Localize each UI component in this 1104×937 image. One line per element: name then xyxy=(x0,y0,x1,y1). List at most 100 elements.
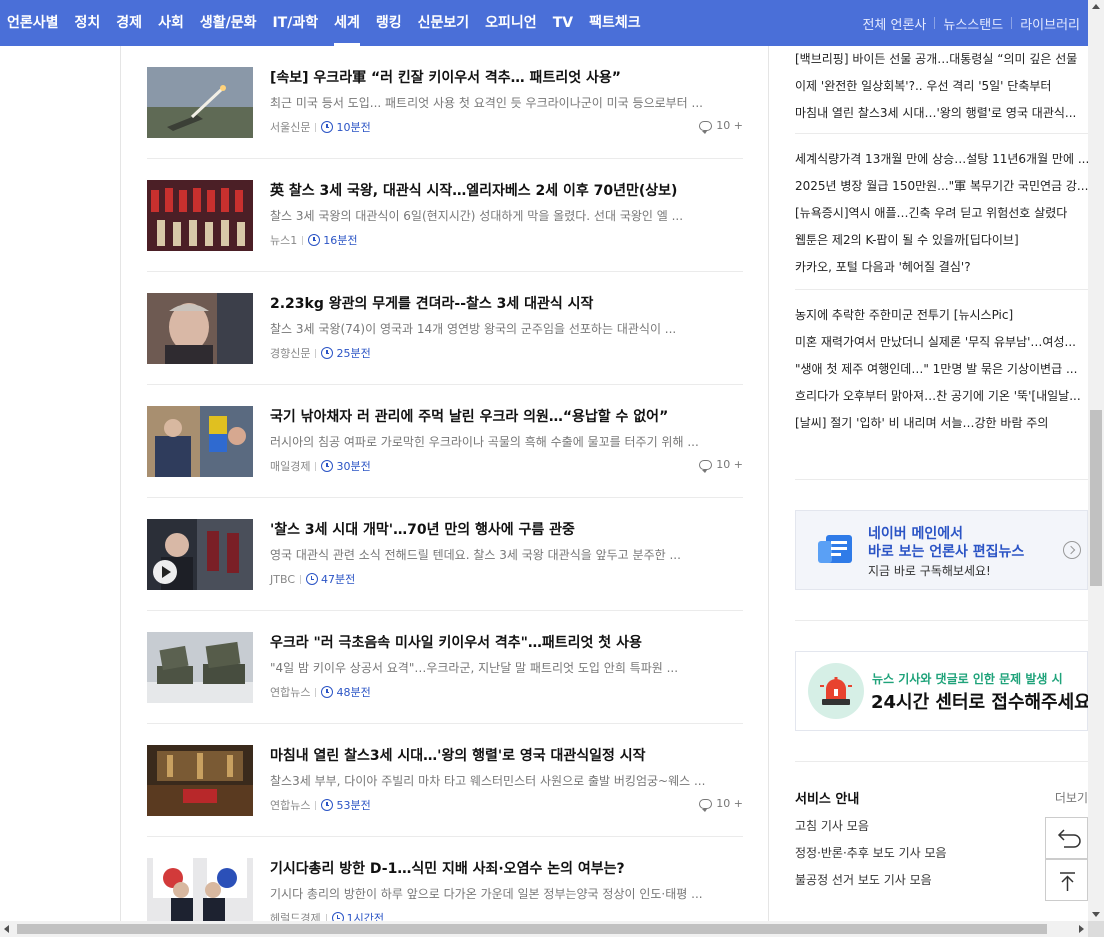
clock-icon xyxy=(321,686,334,698)
horizontal-scroll-thumb[interactable] xyxy=(17,924,1047,934)
news-title[interactable]: '찰스 3세 시대 개막'…70년 만의 행사에 구름 관중 xyxy=(270,519,575,539)
news-summary[interactable]: 기시다 총리의 방한이 하루 앞으로 다가온 가운데 일본 정부는양국 정상이 … xyxy=(270,885,730,902)
divider xyxy=(795,620,1088,621)
comment-icon xyxy=(699,120,713,134)
horizontal-scrollbar[interactable] xyxy=(0,921,1088,937)
press-name[interactable]: 매일경제 xyxy=(270,458,310,474)
timestamp: 47분전 xyxy=(306,571,355,587)
comment-count-text: 10 + xyxy=(716,797,743,810)
news-thumbnail[interactable] xyxy=(147,858,253,929)
news-title[interactable]: 국기 낚아채자 러 관리에 주먹 날린 우크라 의원…“용납할 수 없어” xyxy=(270,406,668,426)
nav-tab-1[interactable]: 정치 xyxy=(67,0,109,46)
headline-link[interactable]: 마침내 열린 찰스3세 시대…'왕의 행렬'로 영국 대관식... xyxy=(795,100,1088,127)
chevron-right-icon[interactable] xyxy=(1063,541,1081,559)
news-summary[interactable]: 찰스 3세 국왕(74)이 영국과 14개 영연방 왕국의 군주임을 선포하는 … xyxy=(270,320,730,337)
news-thumbnail[interactable] xyxy=(147,180,253,251)
press-name[interactable]: 서울신문 xyxy=(270,119,310,135)
headline-link[interactable]: [백브리핑] 바이든 선물 공개…대통령실 “의미 깊은 선물 xyxy=(795,46,1088,73)
news-item: 국기 낚아채자 러 관리에 주먹 날린 우크라 의원…“용납할 수 없어” 러시아… xyxy=(147,385,743,498)
headline-link[interactable]: 카카오, 포털 다음과 '헤어질 결심'? xyxy=(795,254,1088,281)
clock-icon xyxy=(308,234,321,246)
news-summary[interactable]: 러시아의 침공 여파로 가로막힌 우크라이나 곡물의 흑해 수출에 물꼬를 터주… xyxy=(270,433,730,450)
comment-count[interactable]: 10 + xyxy=(699,458,743,473)
divider xyxy=(302,235,304,245)
news-thumbnail[interactable] xyxy=(147,293,253,364)
nav-tab-6[interactable]: 세계 xyxy=(326,0,368,46)
press-name[interactable]: 경향신문 xyxy=(270,345,310,361)
scroll-down-arrow-icon[interactable] xyxy=(1092,912,1100,917)
subscribe-banner[interactable]: 네이버 메인에서 바로 보는 언론사 편집뉴스 지금 바로 구독해보세요! xyxy=(795,510,1088,590)
press-name[interactable]: 연합뉴스 xyxy=(270,684,310,700)
more-link[interactable]: 더보기 xyxy=(1055,789,1088,806)
banner-subtitle: 지금 바로 구독해보세요! xyxy=(868,564,991,578)
divider xyxy=(315,122,317,132)
news-thumbnail[interactable] xyxy=(147,67,253,138)
news-title[interactable]: 2.23kg 왕관의 무게를 견뎌라--찰스 3세 대관식 시작 xyxy=(270,293,593,313)
comment-count[interactable]: 10 + xyxy=(699,119,743,134)
news-title[interactable]: 英 찰스 3세 국왕, 대관식 시작…엘리자베스 2세 이후 70년만(상보) xyxy=(270,180,677,200)
headline-link[interactable]: "생애 첫 제주 여행인데…" 1만명 발 묶은 기상이변급 ... xyxy=(795,356,1088,383)
timestamp: 16분전 xyxy=(308,232,358,248)
play-icon[interactable] xyxy=(153,560,177,584)
timestamp: 25분전 xyxy=(321,345,371,361)
news-summary[interactable]: 찰스3세 부부, 다이아 주빌리 마차 타고 웨스터민스터 사원으로 출발 버킹… xyxy=(270,772,730,789)
news-title[interactable]: 기시다총리 방한 D-1…식민 지배 사죄·오염수 논의 여부는? xyxy=(270,858,625,878)
report-center-banner[interactable]: 뉴스 기사와 댓글로 인한 문제 발생 시 24시간 센터로 접수해주세요 xyxy=(795,651,1091,731)
nav-tab-3[interactable]: 사회 xyxy=(150,0,192,46)
news-meta: 매일경제 30분전 xyxy=(270,458,371,474)
press-name[interactable]: 연합뉴스 xyxy=(270,797,310,813)
nav-tab-7[interactable]: 랭킹 xyxy=(368,0,410,46)
news-summary[interactable]: "4일 밤 키이우 상공서 요격"…우크라군, 지난달 말 패트리엇 도입 안희… xyxy=(270,659,730,676)
scroll-up-arrow-icon[interactable] xyxy=(1092,4,1100,9)
comment-count-text: 10 + xyxy=(716,458,743,471)
news-title[interactable]: 마침내 열린 찰스3세 시대…'왕의 행렬'로 영국 대관식일정 시작 xyxy=(270,745,646,765)
news-title[interactable]: 우크라 "러 극초음속 미사일 키이우서 격추"…패트리엇 첫 사용 xyxy=(270,632,642,652)
news-summary[interactable]: 영국 대관식 관련 소식 전해드릴 텐데요. 찰스 3세 국왕 대관식을 앞두고… xyxy=(270,546,730,563)
scroll-left-arrow-icon[interactable] xyxy=(4,925,9,933)
headline-link[interactable]: 2025년 병장 월급 150만원..."軍 복무기간 국민연금 강... xyxy=(795,173,1088,200)
news-item: '찰스 3세 시대 개막'…70년 만의 행사에 구름 관중영국 대관식 관련 … xyxy=(147,498,743,611)
headline-link[interactable]: 세계식량가격 13개월 만에 상승…설탕 11년6개월 만에 ... xyxy=(795,146,1088,173)
headline-link[interactable]: 이제 '완전한 일상회복'?.. 우선 격리 '5일' 단축부터 xyxy=(795,73,1088,100)
press-name[interactable]: JTBC xyxy=(270,573,295,586)
news-summary[interactable]: 최근 미국 등서 도입... 패트리엇 사용 첫 요격인 듯 우크라이나군이 미… xyxy=(270,94,730,111)
library-link[interactable]: 라이브러리 xyxy=(1012,14,1088,33)
nav-tab-11[interactable]: 팩트체크 xyxy=(581,0,649,46)
nav-tab-0[interactable]: 언론사별 xyxy=(0,0,67,46)
scroll-right-arrow-icon[interactable] xyxy=(1079,925,1084,933)
news-meta: 경향신문 25분전 xyxy=(270,345,371,361)
right-column: [백브리핑] 바이든 선물 공개…대통령실 “의미 깊은 선물 이제 '완전한 일… xyxy=(795,46,1091,887)
nav-tab-2[interactable]: 경제 xyxy=(108,0,150,46)
news-summary[interactable]: 찰스 3세 국왕의 대관식이 6일(현지시간) 성대하게 막을 올렸다. 선대 … xyxy=(270,207,730,224)
all-press-link[interactable]: 전체 언론사 xyxy=(854,14,934,33)
headline-link[interactable]: [날씨] 절기 '입하' 비 내리며 서늘…강한 바람 주의 xyxy=(795,410,1088,437)
news-thumbnail[interactable] xyxy=(147,406,253,477)
news-title[interactable]: [속보] 우크라軍 “러 킨잘 키이우서 격추… 패트리엇 사용” xyxy=(270,67,621,87)
news-thumbnail[interactable] xyxy=(147,745,253,816)
vertical-scroll-thumb[interactable] xyxy=(1090,410,1102,586)
arrow-up-icon xyxy=(1060,872,1075,891)
news-item: 우크라 "러 극초음속 미사일 키이우서 격추"…패트리엇 첫 사용 "4일 밤 … xyxy=(147,611,743,724)
nav-tab-8[interactable]: 신문보기 xyxy=(410,0,478,46)
scroll-top-button[interactable] xyxy=(1045,859,1088,901)
scrollbar-corner xyxy=(1088,921,1104,937)
headline-link[interactable]: [뉴욕증시]역시 애플…긴축 우려 딛고 위험선호 살렸다 xyxy=(795,200,1088,227)
comment-icon xyxy=(699,459,713,473)
nav-tab-4[interactable]: 생활/문화 xyxy=(192,0,265,46)
nav-tab-5[interactable]: IT/과학 xyxy=(264,0,326,46)
news-thumbnail[interactable] xyxy=(147,519,253,590)
newsstand-link[interactable]: 뉴스스탠드 xyxy=(935,14,1011,33)
nav-tab-10[interactable]: TV xyxy=(545,0,581,46)
nav-right-links: 전체 언론사 뉴스스탠드 라이브러리 xyxy=(854,0,1088,46)
comment-count[interactable]: 10 + xyxy=(699,797,743,812)
divider xyxy=(315,687,317,697)
headline-link[interactable]: 농지에 추락한 주한미군 전투기 [뉴시스Pic] xyxy=(795,302,1088,329)
nav-tab-9[interactable]: 오피니언 xyxy=(477,0,545,46)
press-name[interactable]: 뉴스1 xyxy=(270,232,297,248)
headline-link[interactable]: 흐리다가 오후부터 맑아져…찬 공기에 기온 '뚝'[내일날... xyxy=(795,383,1088,410)
headline-link[interactable]: 웹툰은 제2의 K-팝이 될 수 있을까[딥다이브] xyxy=(795,227,1088,254)
news-thumbnail[interactable] xyxy=(147,632,253,703)
vertical-scrollbar[interactable] xyxy=(1088,0,1104,921)
headline-link[interactable]: 미혼 재력가여서 만났더니 실제론 '무직 유부남'…여성... xyxy=(795,329,1088,356)
back-button[interactable] xyxy=(1045,817,1088,859)
